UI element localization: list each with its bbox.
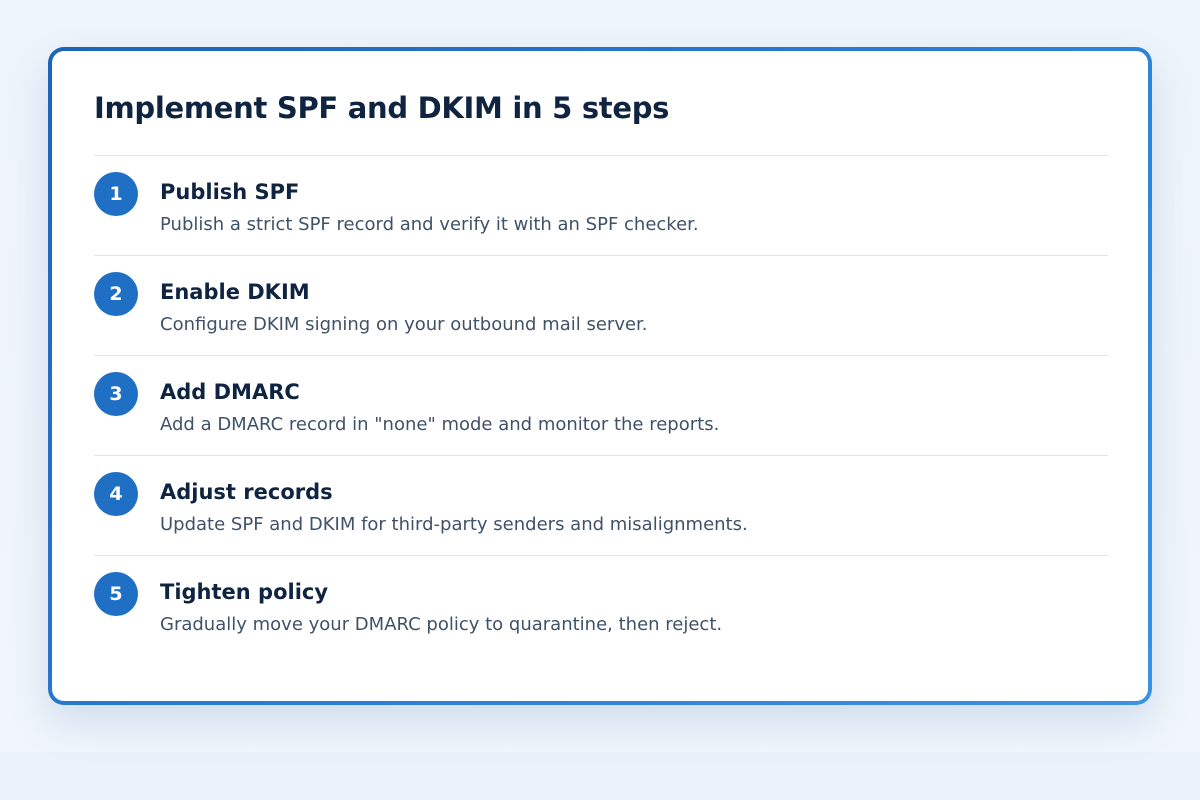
step-number-badge: 3	[94, 372, 138, 416]
step-item: 1 Publish SPF Publish a strict SPF recor…	[94, 156, 1108, 256]
step-title: Publish SPF	[160, 180, 300, 204]
step-number-badge: 1	[94, 172, 138, 216]
step-item: 5 Tighten policy Gradually move your DMA…	[94, 556, 1108, 656]
card-title: Implement SPF and DKIM in 5 steps	[94, 91, 670, 125]
step-description: Add a DMARC record in "none" mode and mo…	[160, 414, 720, 435]
step-title: Tighten policy	[160, 580, 329, 604]
step-item: 3 Add DMARC Add a DMARC record in "none"…	[94, 356, 1108, 456]
steps-card: Implement SPF and DKIM in 5 steps 1 Publ…	[52, 51, 1148, 701]
step-description: Gradually move your DMARC policy to quar…	[160, 614, 723, 635]
steps-list: 1 Publish SPF Publish a strict SPF recor…	[94, 155, 1108, 656]
step-number-badge: 2	[94, 272, 138, 316]
step-item: 4 Adjust records Update SPF and DKIM for…	[94, 456, 1108, 556]
step-description: Update SPF and DKIM for third-party send…	[160, 514, 748, 535]
step-description: Configure DKIM signing on your outbound …	[160, 314, 648, 335]
step-number-badge: 4	[94, 472, 138, 516]
step-title: Adjust records	[160, 480, 333, 504]
step-number-badge: 5	[94, 572, 138, 616]
steps-card-frame: Implement SPF and DKIM in 5 steps 1 Publ…	[48, 47, 1152, 705]
page-bottom-band	[0, 752, 1200, 800]
step-item: 2 Enable DKIM Configure DKIM signing on …	[94, 256, 1108, 356]
step-description: Publish a strict SPF record and verify i…	[160, 214, 699, 235]
step-title: Enable DKIM	[160, 280, 310, 304]
step-title: Add DMARC	[160, 380, 300, 404]
